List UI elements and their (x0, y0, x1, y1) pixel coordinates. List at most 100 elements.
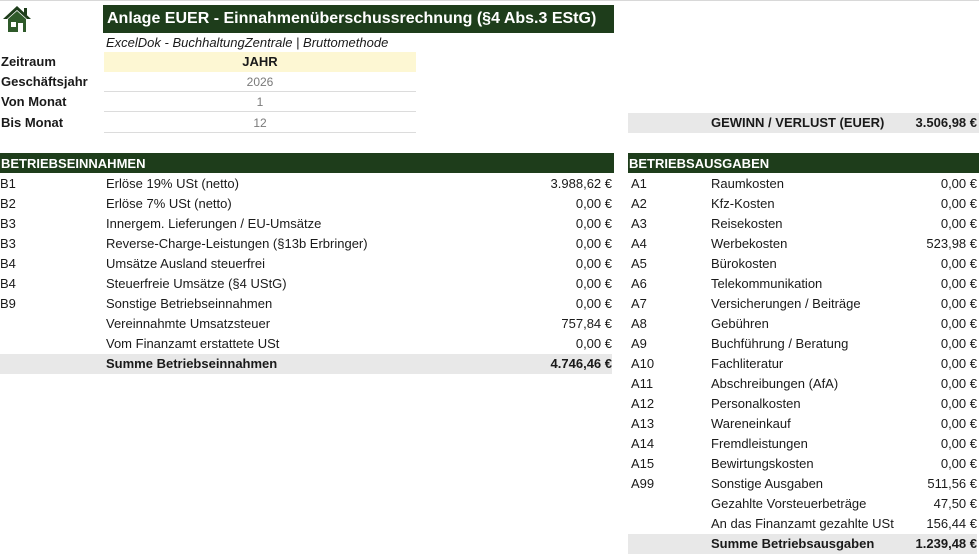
table-row[interactable]: A2 Kfz-Kosten 0,00 € (628, 194, 977, 214)
table-row[interactable]: Gezahlte Vorsteuerbeträge 47,50 € (628, 494, 977, 514)
row-code: B9 (0, 296, 16, 311)
row-code: A12 (631, 396, 655, 411)
row-amount: 0,00 € (940, 296, 977, 311)
sum-row: Summe Betriebsausgaben 1.239,48 € (628, 534, 977, 554)
home-icon[interactable] (2, 4, 32, 34)
row-code: A5 (631, 256, 647, 271)
row-label: Versicherungen / Beiträge (711, 296, 861, 311)
row-amount: 0,00 € (940, 216, 977, 231)
row-label: Buchführung / Beratung (711, 336, 849, 351)
row-code: A7 (631, 296, 647, 311)
expenses-heading: BETRIEBSAUSGABEN (628, 153, 979, 173)
row-code: A3 (631, 216, 647, 231)
table-row[interactable]: B3 Reverse-Charge-Leistungen (§13b Erbrin… (0, 234, 612, 254)
table-row[interactable]: A8 Gebühren 0,00 € (628, 314, 977, 334)
row-amount: 0,00 € (940, 336, 977, 351)
table-row[interactable]: A4 Werbekosten 523,98 € (628, 234, 977, 254)
table-row[interactable]: B9 Sonstige Betriebseinnahmen 0,00 € (0, 294, 612, 314)
table-row[interactable]: A3 Reisekosten 0,00 € (628, 214, 977, 234)
row-code: B4 (0, 276, 16, 291)
sum-value: 1.239,48 € (915, 536, 977, 551)
row-label: Erlöse 7% USt (netto) (106, 196, 232, 211)
row-label: Gezahlte Vorsteuerbeträge (711, 496, 867, 511)
table-row[interactable]: A7 Versicherungen / Beiträge 0,00 € (628, 294, 977, 314)
table-row[interactable]: A6 Telekommunikation 0,00 € (628, 274, 977, 294)
table-row[interactable]: A15 Bewirtungskosten 0,00 € (628, 454, 977, 474)
row-code: A2 (631, 196, 647, 211)
table-row[interactable]: A12 Personalkosten 0,00 € (628, 394, 977, 414)
row-label: Reverse-Charge-Leistungen (§13b Erbringe… (106, 236, 368, 251)
row-code: B1 (0, 176, 16, 191)
row-label: Sonstige Ausgaben (711, 476, 824, 491)
table-row[interactable]: Vom Finanzamt erstattete USt 0,00 € (0, 334, 612, 354)
row-amount: 0,00 € (940, 176, 977, 191)
row-amount: 0,00 € (940, 376, 977, 391)
row-amount: 0,00 € (940, 316, 977, 331)
page-subtitle: ExcelDok - BuchhaltungZentrale | Bruttom… (106, 35, 389, 50)
profit-label: GEWINN / VERLUST (EUER) (711, 115, 885, 130)
row-amount: 156,44 € (926, 516, 977, 531)
page-title: Anlage EUER - Einnahmenüberschussrechnun… (103, 5, 614, 33)
table-row[interactable]: A1 Raumkosten 0,00 € (628, 174, 977, 194)
sum-row: Summe Betriebseinnahmen 4.746,46 € (0, 354, 612, 374)
zeitraum-cell[interactable]: JAHR (104, 52, 416, 72)
table-row[interactable]: A13 Wareneinkauf 0,00 € (628, 414, 977, 434)
row-label: Erlöse 19% USt (netto) (106, 176, 239, 191)
row-label: Personalkosten (711, 396, 801, 411)
table-row[interactable]: B1 Erlöse 19% USt (netto) 3.988,62 € (0, 174, 612, 194)
row-code: B3 (0, 216, 16, 231)
table-row[interactable]: A9 Buchführung / Beratung 0,00 € (628, 334, 977, 354)
row-label: Sonstige Betriebseinnahmen (106, 296, 273, 311)
row-amount: 0,00 € (940, 436, 977, 451)
geschaeftsjahr-label: Geschäftsjahr (1, 74, 88, 89)
row-label: Steuerfreie Umsätze (§4 UStG) (106, 276, 287, 291)
geschaeftsjahr-cell[interactable]: 2026 (104, 72, 416, 92)
row-code: A15 (631, 456, 655, 471)
von-monat-cell[interactable]: 1 (104, 92, 416, 112)
row-label: Kfz-Kosten (711, 196, 775, 211)
expenses-list: A1 Raumkosten 0,00 € A2 Kfz-Kosten 0,00 € A3 Re… (628, 174, 977, 554)
table-row[interactable]: A99 Sonstige Ausgaben 511,56 € (628, 474, 977, 494)
table-row[interactable]: B3 Innergem. Lieferungen / EU-Umsätze 0,00… (0, 214, 612, 234)
row-label: Raumkosten (711, 176, 784, 191)
row-code: A11 (631, 376, 654, 391)
row-label: Vom Finanzamt erstattete USt (106, 336, 280, 351)
row-code: A14 (631, 436, 655, 451)
row-amount: 47,50 € (933, 496, 977, 511)
row-label: Vereinnahmte Umsatzsteuer (106, 316, 271, 331)
row-amount: 757,84 € (561, 316, 612, 331)
bis-monat-label: Bis Monat (1, 115, 64, 130)
row-label: Abschreibungen (AfA) (711, 376, 839, 391)
row-amount: 0,00 € (575, 296, 612, 311)
table-row[interactable]: B4 Umsätze Ausland steuerfrei 0,00 € (0, 254, 612, 274)
table-row[interactable]: A11 Abschreibungen (AfA) 0,00 € (628, 374, 977, 394)
table-row[interactable]: Vereinnahmte Umsatzsteuer 757,84 € (0, 314, 612, 334)
row-code: A6 (631, 276, 647, 291)
bis-monat-cell[interactable]: 12 (104, 113, 416, 133)
row-amount: 511,56 € (927, 476, 977, 491)
table-row[interactable]: An das Finanzamt gezahlte USt 156,44 € (628, 514, 977, 534)
profit-value: 3.506,98 € (915, 115, 977, 130)
table-row[interactable]: B2 Erlöse 7% USt (netto) 0,00 € (0, 194, 612, 214)
sum-value: 4.746,46 € (550, 356, 612, 371)
row-amount: 3.988,62 € (550, 176, 612, 191)
row-amount: 0,00 € (940, 456, 977, 471)
row-label: Wareneinkauf (711, 416, 791, 431)
sum-label: Summe Betriebseinnahmen (106, 356, 278, 371)
table-row[interactable]: B4 Steuerfreie Umsätze (§4 UStG) 0,00 € (0, 274, 612, 294)
row-label: Reisekosten (711, 216, 783, 231)
table-row[interactable]: A14 Fremdleistungen 0,00 € (628, 434, 977, 454)
row-label: Telekommunikation (711, 276, 823, 291)
top-divider (0, 0, 979, 1)
row-amount: 0,00 € (575, 256, 612, 271)
table-row[interactable]: A10 Fachliteratur 0,00 € (628, 354, 977, 374)
row-code: A13 (631, 416, 655, 431)
row-label: Bewirtungskosten (711, 456, 814, 471)
row-code: A99 (631, 476, 655, 491)
row-code: A8 (631, 316, 647, 331)
row-label: Gebühren (711, 316, 769, 331)
row-label: Werbekosten (711, 236, 788, 251)
row-code: B2 (0, 196, 16, 211)
row-code: A10 (631, 356, 655, 371)
table-row[interactable]: A5 Bürokosten 0,00 € (628, 254, 977, 274)
